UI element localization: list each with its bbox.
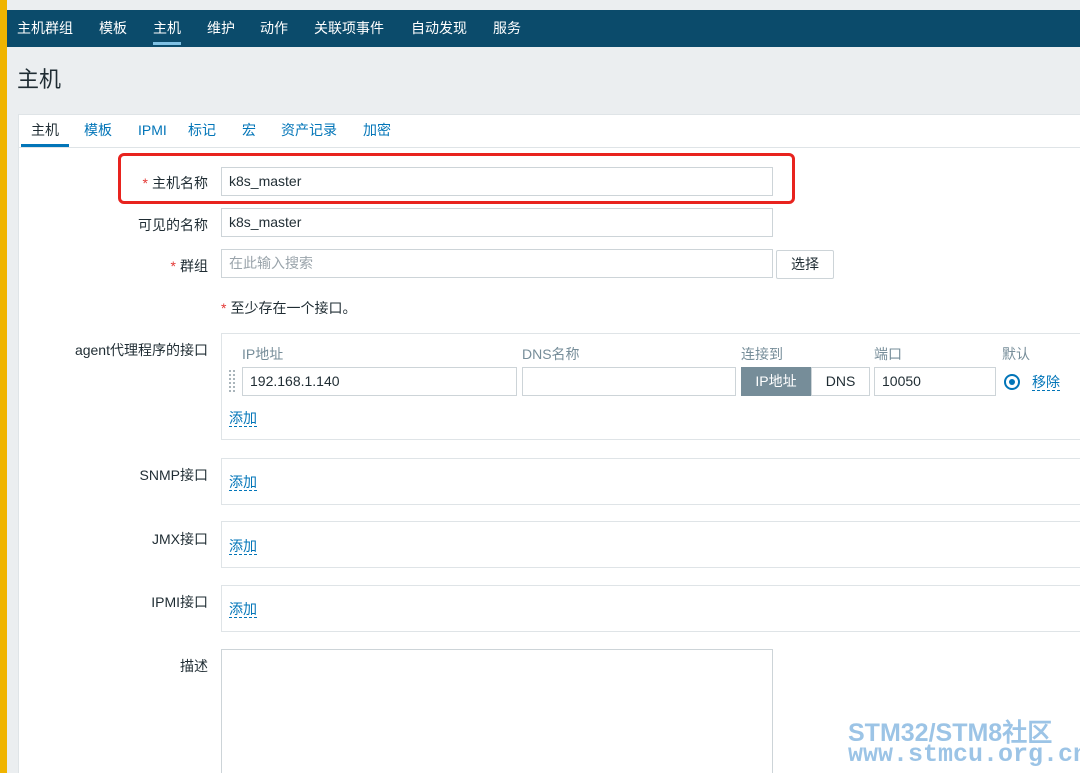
agent-interface-label: agent代理程序的接口 (74, 342, 208, 358)
tab-host[interactable]: 主机 (21, 115, 69, 147)
nav-item-services[interactable]: 服务 (493, 10, 521, 47)
nav-item-templates[interactable]: 模板 (99, 10, 127, 47)
tab-tags[interactable]: 标记 (188, 115, 216, 147)
drag-handle-icon[interactable] (229, 370, 237, 392)
default-radio[interactable] (1004, 374, 1020, 390)
nav-item-hosts[interactable]: 主机 (153, 10, 181, 47)
nav-caret-icon (375, 0, 387, 6)
host-name-label: * 主机名称 (142, 175, 208, 191)
top-navigation: 主机群组 模板 主机 维护 动作 关联项事件 自动发现 服务 (7, 10, 1080, 47)
col-connect: 连接到 (741, 346, 783, 362)
col-default: 默认 (1002, 346, 1030, 362)
tab-encryption[interactable]: 加密 (363, 115, 391, 147)
groups-select-button[interactable]: 选择 (776, 250, 834, 279)
description-textarea[interactable] (221, 649, 773, 773)
col-dns: DNS名称 (522, 346, 580, 362)
tab-inventory[interactable]: 资产记录 (281, 115, 337, 147)
snmp-interface-box: 添加 (221, 458, 1080, 505)
tab-templates[interactable]: 模板 (84, 115, 112, 147)
app-frame: 主机群组 模板 主机 维护 动作 关联项事件 自动发现 服务 主机 主机 模板 … (7, 0, 1080, 773)
ipmi-interface-label: IPMI接口 (151, 594, 208, 610)
watermark-line2: www.stmcu.org.cn (848, 740, 1080, 769)
jmx-interface-box: 添加 (221, 521, 1080, 568)
connect-ip-toggle[interactable]: IP地址 (741, 367, 811, 396)
page-title: 主机 (17, 67, 62, 92)
nav-item-maintenance[interactable]: 维护 (207, 10, 235, 47)
tab-ipmi[interactable]: IPMI (138, 115, 167, 147)
snmp-add-link[interactable]: 添加 (229, 474, 257, 491)
description-label: 描述 (180, 658, 208, 674)
col-ip: IP地址 (242, 346, 284, 362)
agent-port-input[interactable]: 10050 (874, 367, 996, 396)
host-name-input[interactable]: k8s_master (221, 167, 773, 196)
nav-item-correlation[interactable]: 关联项事件 (314, 10, 384, 47)
connect-dns-toggle[interactable]: DNS (811, 367, 870, 396)
agent-ip-input[interactable]: 192.168.1.140 (242, 367, 517, 396)
nav-item-actions[interactable]: 动作 (260, 10, 288, 47)
visible-name-input[interactable]: k8s_master (221, 208, 773, 237)
nav-item-discovery[interactable]: 自动发现 (411, 10, 467, 47)
tab-macros[interactable]: 宏 (242, 115, 256, 147)
remove-interface-link[interactable]: 移除 (1032, 374, 1060, 391)
host-form-panel: 主机 模板 IPMI 标记 宏 资产记录 加密 * 主机名称 k8s_master… (18, 114, 1080, 773)
ipmi-add-link[interactable]: 添加 (229, 601, 257, 618)
col-port: 端口 (874, 346, 902, 362)
ipmi-interface-box: 添加 (221, 585, 1080, 632)
nav-item-host-groups[interactable]: 主机群组 (17, 10, 73, 47)
tabs-divider (19, 147, 1080, 148)
groups-label: * 群组 (170, 258, 208, 274)
jmx-interface-label: JMX接口 (152, 531, 208, 547)
agent-interface-box: IP地址 DNS名称 连接到 端口 默认 192.168.1.140 IP地址 … (221, 333, 1080, 440)
agent-dns-input[interactable] (522, 367, 736, 396)
snmp-interface-label: SNMP接口 (139, 467, 208, 483)
agent-add-link[interactable]: 添加 (229, 410, 257, 427)
interface-note: * 至少存在一个接口。 (221, 300, 357, 316)
groups-search-input[interactable]: 在此输入搜索 (221, 249, 773, 278)
jmx-add-link[interactable]: 添加 (229, 538, 257, 555)
visible-name-label: 可见的名称 (138, 217, 208, 233)
